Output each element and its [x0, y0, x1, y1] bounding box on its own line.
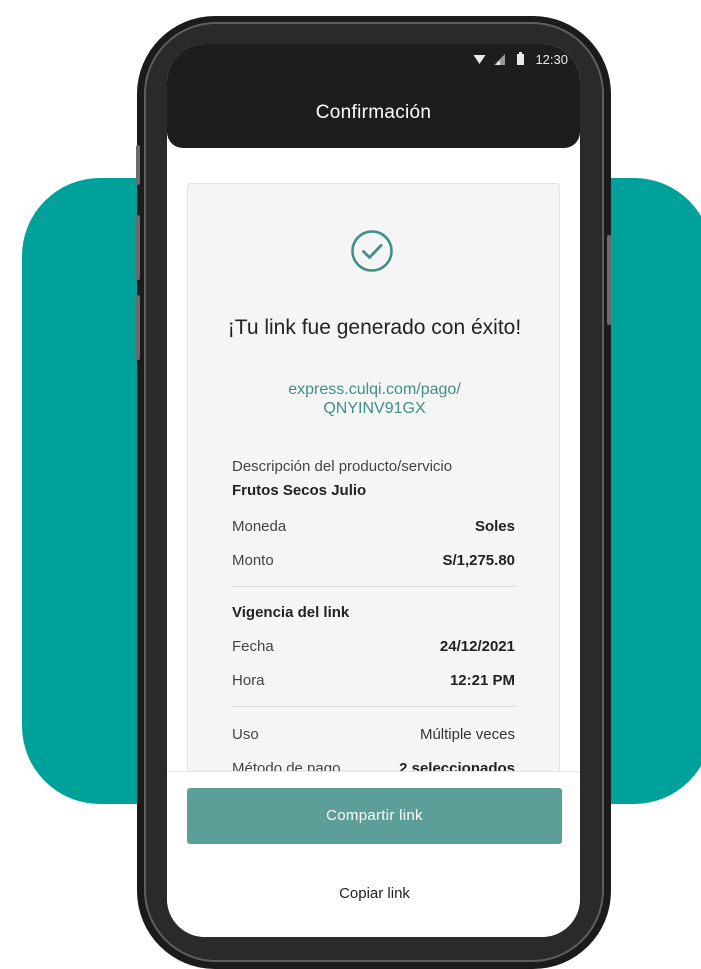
check-circle-icon	[351, 230, 393, 272]
amount-label: Monto	[232, 552, 274, 569]
phone-side-button-left-1	[136, 145, 140, 185]
amount-value: S/1,275.80	[442, 552, 515, 569]
date-value: 24/12/2021	[439, 638, 515, 655]
divider	[232, 586, 517, 587]
copy-link-button[interactable]: Copiar link	[187, 876, 562, 912]
generated-link-line2: QNYINV91GX	[323, 400, 426, 417]
currency-label: Moneda	[232, 518, 287, 535]
battery-icon	[517, 52, 524, 68]
divider	[232, 706, 517, 707]
generated-link[interactable]: express.culqi.com/pago/ QNYINV91GX	[208, 380, 541, 418]
time-label: Hora	[232, 672, 265, 689]
time-value: 12:21 PM	[449, 672, 515, 689]
phone-side-button-left-3	[136, 295, 140, 360]
validity-heading: Vigencia del link	[232, 604, 350, 621]
phone-side-button-right	[607, 235, 611, 325]
date-label: Fecha	[232, 638, 274, 655]
signal-icon	[494, 53, 506, 68]
generated-link-line1: express.culqi.com/pago/	[288, 381, 461, 398]
success-message: ¡Tu link fue generado con éxito!	[227, 316, 522, 339]
usage-value: Múltiple veces	[419, 726, 515, 743]
phone-screen: 12:30 Confirmación ¡Tu link fue generado…	[167, 44, 580, 937]
status-bar: 12:30	[167, 44, 580, 74]
phone-side-button-left-2	[136, 215, 140, 280]
description-label: Descripción del producto/servicio	[232, 458, 453, 475]
description-value: Frutos Secos Julio	[232, 482, 367, 499]
page-title: Confirmación	[315, 102, 432, 123]
app-header: Confirmación	[167, 74, 580, 148]
currency-value: Soles	[474, 518, 515, 535]
status-time: 12:30	[535, 52, 568, 67]
usage-label: Uso	[232, 726, 259, 743]
share-link-button[interactable]: Compartir link	[187, 788, 562, 844]
wifi-icon	[473, 53, 486, 68]
